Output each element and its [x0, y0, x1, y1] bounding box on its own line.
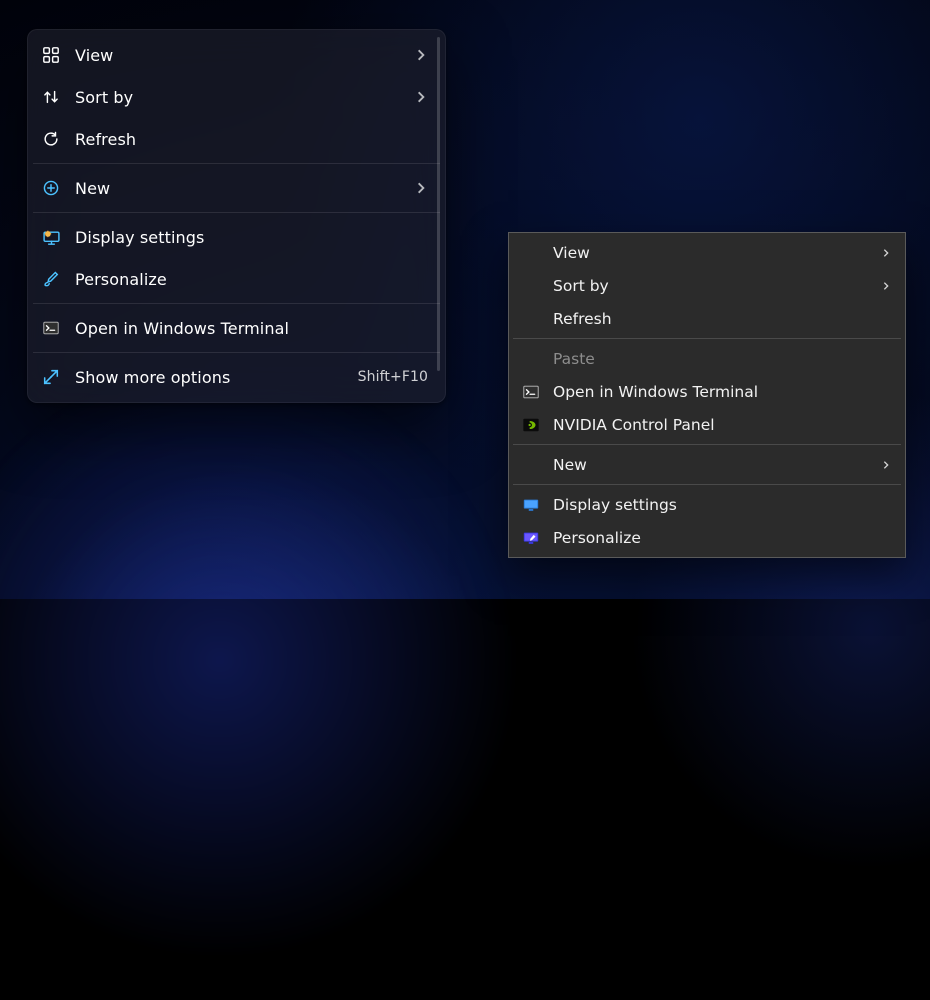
- scrollbar[interactable]: [437, 37, 440, 371]
- menu-item-personalize[interactable]: Personalize: [27, 258, 446, 300]
- menu-item-label: Paste: [553, 350, 891, 368]
- menu-item-display-settings[interactable]: Display settings: [511, 488, 903, 521]
- menu-item-nvidia-control-panel[interactable]: NVIDIA Control Panel: [511, 408, 903, 441]
- menu-item-refresh[interactable]: Refresh: [511, 302, 903, 335]
- chevron-right-icon: [881, 248, 891, 258]
- menu-item-label: View: [75, 46, 400, 65]
- spacer-icon: [521, 349, 541, 369]
- menu-item-personalize[interactable]: Personalize: [511, 521, 903, 554]
- separator: [33, 352, 440, 353]
- add-circle-icon: [41, 178, 61, 198]
- menu-item-label: Personalize: [553, 529, 891, 547]
- menu-item-label: Refresh: [75, 130, 428, 149]
- nvidia-icon: [521, 415, 541, 435]
- separator: [513, 338, 901, 339]
- chevron-right-icon: [414, 181, 428, 195]
- keyboard-shortcut: Shift+F10: [358, 369, 428, 385]
- menu-item-label: Sort by: [75, 88, 400, 107]
- display-gear-icon: [41, 227, 61, 247]
- chevron-right-icon: [414, 48, 428, 62]
- monitor-purple-icon: [521, 528, 541, 548]
- menu-item-label: NVIDIA Control Panel: [553, 416, 891, 434]
- refresh-icon: [41, 129, 61, 149]
- menu-item-open-terminal[interactable]: Open in Windows Terminal: [511, 375, 903, 408]
- menu-item-paste: Paste: [511, 342, 903, 375]
- menu-item-new[interactable]: New: [511, 448, 903, 481]
- menu-item-label: Refresh: [553, 310, 891, 328]
- menu-item-label: Display settings: [553, 496, 891, 514]
- separator: [33, 212, 440, 213]
- chevron-right-icon: [881, 281, 891, 291]
- terminal-icon: [41, 318, 61, 338]
- spacer-icon: [521, 276, 541, 296]
- menu-item-sort-by[interactable]: Sort by: [27, 76, 446, 118]
- menu-item-label: Personalize: [75, 270, 428, 289]
- menu-item-label: Sort by: [553, 277, 869, 295]
- context-menu-win10: View Sort by Refresh Paste Open in Windo…: [508, 232, 906, 558]
- sort-icon: [41, 87, 61, 107]
- spacer-icon: [521, 243, 541, 263]
- separator: [513, 444, 901, 445]
- brush-icon: [41, 269, 61, 289]
- separator: [33, 163, 440, 164]
- menu-item-display-settings[interactable]: Display settings: [27, 216, 446, 258]
- menu-item-label: New: [75, 179, 400, 198]
- menu-item-label: Display settings: [75, 228, 428, 247]
- chevron-right-icon: [414, 90, 428, 104]
- separator: [513, 484, 901, 485]
- menu-item-label: Open in Windows Terminal: [553, 383, 891, 401]
- spacer-icon: [521, 309, 541, 329]
- menu-item-view[interactable]: View: [27, 34, 446, 76]
- monitor-blue-icon: [521, 495, 541, 515]
- spacer-icon: [521, 455, 541, 475]
- chevron-right-icon: [881, 460, 891, 470]
- menu-item-label: Open in Windows Terminal: [75, 319, 428, 338]
- grid-icon: [41, 45, 61, 65]
- menu-item-view[interactable]: View: [511, 236, 903, 269]
- expand-icon: [41, 367, 61, 387]
- separator: [33, 303, 440, 304]
- menu-item-open-terminal[interactable]: Open in Windows Terminal: [27, 307, 446, 349]
- menu-item-label: View: [553, 244, 869, 262]
- menu-item-refresh[interactable]: Refresh: [27, 118, 446, 160]
- menu-item-new[interactable]: New: [27, 167, 446, 209]
- menu-item-show-more-options[interactable]: Show more options Shift+F10: [27, 356, 446, 398]
- context-menu-win11: View Sort by Refresh: [27, 29, 446, 403]
- menu-item-sort-by[interactable]: Sort by: [511, 269, 903, 302]
- terminal-icon: [521, 382, 541, 402]
- menu-item-label: New: [553, 456, 869, 474]
- menu-item-label: Show more options: [75, 368, 344, 387]
